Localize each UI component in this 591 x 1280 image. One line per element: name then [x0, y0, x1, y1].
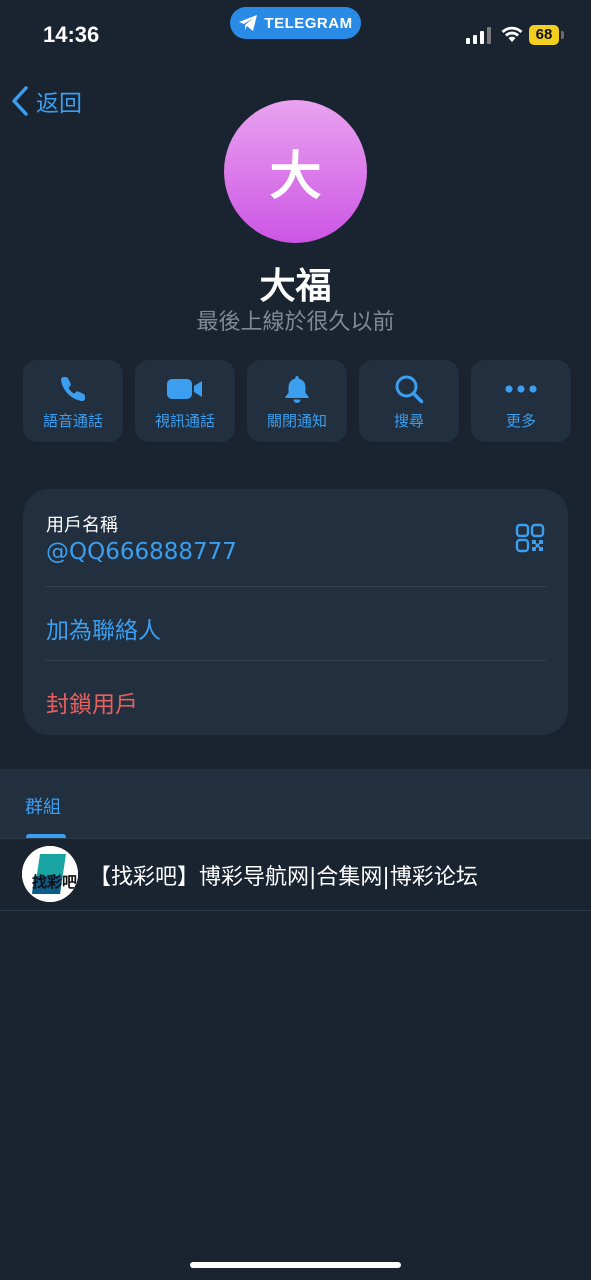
card-divider — [45, 586, 546, 587]
more-button[interactable]: 更多 — [471, 360, 571, 442]
bell-icon — [285, 376, 309, 403]
status-bar: 14:36 TELEGRAM 68 — [0, 0, 591, 70]
shared-media-tab-bar: 群組 — [0, 769, 591, 839]
add-contact-button[interactable]: 加為聯絡人 — [46, 611, 161, 645]
block-user-button[interactable]: 封鎖用戶 — [46, 685, 138, 719]
video-camera-icon — [167, 379, 202, 399]
more-label: 更多 — [505, 412, 536, 430]
group-title: 【找彩吧】博彩导航网|合集网|博彩论坛 — [89, 865, 478, 890]
search-button[interactable]: 搜尋 — [359, 360, 459, 442]
wifi-icon — [501, 26, 523, 42]
voice-call-button[interactable]: 語音通話 — [23, 360, 123, 442]
username-label: 用戶名稱 — [46, 515, 118, 536]
paper-plane-icon — [239, 15, 258, 31]
voice-call-label: 語音通話 — [42, 412, 103, 430]
video-call-label: 視訊通話 — [154, 412, 215, 430]
profile-info-card: 用戶名稱 @QQ666888777 加為聯絡人 封鎖用戶 — [23, 489, 568, 735]
profile-avatar[interactable]: 大 — [224, 100, 367, 243]
search-label: 搜尋 — [393, 412, 424, 430]
action-buttons: 語音通話 視訊通話 關閉通知 搜尋 更多 — [23, 360, 571, 442]
telegram-app-pill[interactable]: TELEGRAM — [230, 7, 361, 39]
battery-indicator: 68 — [529, 25, 559, 45]
group-logo: 找彩吧 — [22, 846, 78, 902]
tab-groups[interactable]: 群組 — [25, 793, 61, 819]
video-call-button[interactable]: 視訊通話 — [135, 360, 235, 442]
search-icon — [395, 375, 424, 404]
app-pill-label: TELEGRAM — [264, 14, 353, 32]
last-seen-status: 最後上線於很久以前 — [196, 310, 395, 335]
mute-button[interactable]: 關閉通知 — [247, 360, 347, 442]
back-label: 返回 — [36, 91, 82, 117]
cellular-signal-icon — [466, 26, 491, 44]
battery-tip — [561, 31, 564, 39]
chevron-left-icon — [12, 86, 28, 116]
username-value[interactable]: @QQ666888777 — [46, 539, 237, 565]
mute-label: 關閉通知 — [266, 412, 327, 430]
back-button[interactable]: 返回 — [10, 84, 82, 118]
phone-icon — [60, 377, 85, 402]
qr-code-icon[interactable] — [515, 523, 545, 553]
more-dots-icon — [505, 385, 537, 393]
list-item[interactable]: 找彩吧 【找彩吧】博彩导航网|合集网|博彩论坛 — [0, 839, 591, 910]
svg-text:找彩吧: 找彩吧 — [32, 873, 77, 891]
profile-name: 大福 — [259, 266, 332, 307]
avatar-initial: 大 — [269, 147, 322, 207]
list-divider — [0, 910, 591, 911]
group-avatar: 找彩吧 — [22, 846, 78, 902]
card-divider — [45, 660, 546, 661]
home-indicator[interactable] — [190, 1262, 401, 1268]
status-time: 14:36 — [43, 22, 100, 47]
